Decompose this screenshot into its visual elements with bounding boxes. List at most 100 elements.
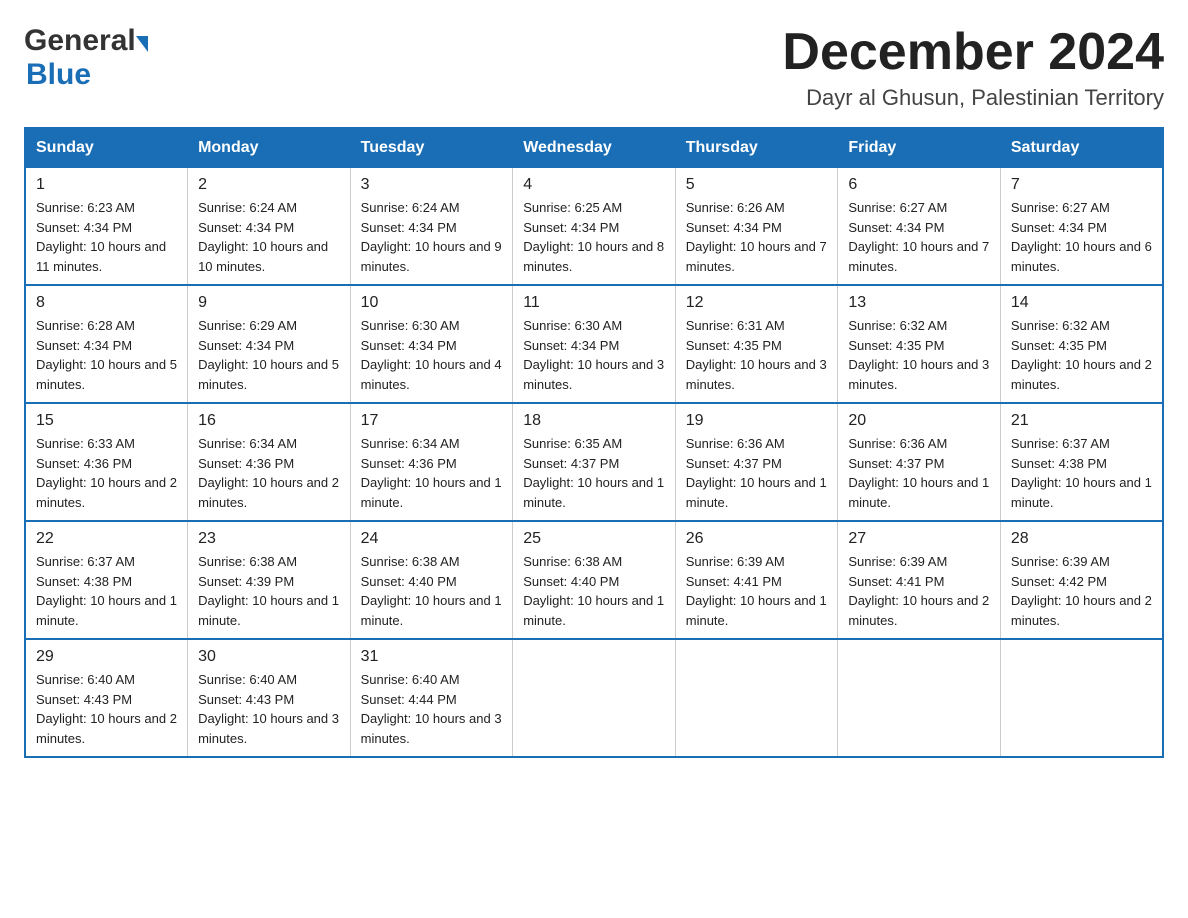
calendar-cell: 27 Sunrise: 6:39 AMSunset: 4:41 PMDaylig… bbox=[838, 521, 1001, 639]
day-number: 19 bbox=[686, 412, 828, 430]
location-subtitle: Dayr al Ghusun, Palestinian Territory bbox=[782, 85, 1164, 111]
day-info: Sunrise: 6:27 AMSunset: 4:34 PMDaylight:… bbox=[1011, 198, 1152, 276]
day-info: Sunrise: 6:24 AMSunset: 4:34 PMDaylight:… bbox=[198, 198, 340, 276]
calendar-cell: 6 Sunrise: 6:27 AMSunset: 4:34 PMDayligh… bbox=[838, 168, 1001, 286]
logo-triangle-icon bbox=[136, 36, 148, 52]
calendar-cell bbox=[838, 639, 1001, 757]
day-number: 22 bbox=[36, 530, 177, 548]
day-number: 4 bbox=[523, 176, 665, 194]
calendar-cell bbox=[513, 639, 676, 757]
day-number: 14 bbox=[1011, 294, 1152, 312]
calendar-cell: 22 Sunrise: 6:37 AMSunset: 4:38 PMDaylig… bbox=[25, 521, 188, 639]
day-number: 13 bbox=[848, 294, 990, 312]
day-header-tuesday: Tuesday bbox=[350, 128, 513, 168]
day-info: Sunrise: 6:32 AMSunset: 4:35 PMDaylight:… bbox=[1011, 316, 1152, 394]
day-number: 5 bbox=[686, 176, 828, 194]
day-info: Sunrise: 6:26 AMSunset: 4:34 PMDaylight:… bbox=[686, 198, 828, 276]
day-number: 20 bbox=[848, 412, 990, 430]
day-number: 16 bbox=[198, 412, 340, 430]
day-number: 1 bbox=[36, 176, 177, 194]
day-info: Sunrise: 6:38 AMSunset: 4:40 PMDaylight:… bbox=[361, 552, 503, 630]
day-number: 27 bbox=[848, 530, 990, 548]
day-info: Sunrise: 6:36 AMSunset: 4:37 PMDaylight:… bbox=[686, 434, 828, 512]
day-number: 29 bbox=[36, 648, 177, 666]
calendar-cell: 8 Sunrise: 6:28 AMSunset: 4:34 PMDayligh… bbox=[25, 285, 188, 403]
day-info: Sunrise: 6:33 AMSunset: 4:36 PMDaylight:… bbox=[36, 434, 177, 512]
day-number: 12 bbox=[686, 294, 828, 312]
day-info: Sunrise: 6:25 AMSunset: 4:34 PMDaylight:… bbox=[523, 198, 665, 276]
day-number: 3 bbox=[361, 176, 503, 194]
day-header-sunday: Sunday bbox=[25, 128, 188, 168]
day-info: Sunrise: 6:40 AMSunset: 4:44 PMDaylight:… bbox=[361, 670, 503, 748]
day-info: Sunrise: 6:35 AMSunset: 4:37 PMDaylight:… bbox=[523, 434, 665, 512]
day-info: Sunrise: 6:28 AMSunset: 4:34 PMDaylight:… bbox=[36, 316, 177, 394]
logo-general-text: General bbox=[24, 24, 136, 58]
logo-blue-text: Blue bbox=[26, 58, 91, 91]
calendar-cell: 21 Sunrise: 6:37 AMSunset: 4:38 PMDaylig… bbox=[1000, 403, 1163, 521]
day-header-friday: Friday bbox=[838, 128, 1001, 168]
calendar-header-row: SundayMondayTuesdayWednesdayThursdayFrid… bbox=[25, 128, 1163, 168]
day-info: Sunrise: 6:23 AMSunset: 4:34 PMDaylight:… bbox=[36, 198, 177, 276]
calendar-cell: 12 Sunrise: 6:31 AMSunset: 4:35 PMDaylig… bbox=[675, 285, 838, 403]
day-info: Sunrise: 6:40 AMSunset: 4:43 PMDaylight:… bbox=[36, 670, 177, 748]
calendar-cell: 30 Sunrise: 6:40 AMSunset: 4:43 PMDaylig… bbox=[188, 639, 351, 757]
calendar-cell: 4 Sunrise: 6:25 AMSunset: 4:34 PMDayligh… bbox=[513, 168, 676, 286]
calendar-cell: 23 Sunrise: 6:38 AMSunset: 4:39 PMDaylig… bbox=[188, 521, 351, 639]
calendar-cell: 11 Sunrise: 6:30 AMSunset: 4:34 PMDaylig… bbox=[513, 285, 676, 403]
day-number: 8 bbox=[36, 294, 177, 312]
day-info: Sunrise: 6:38 AMSunset: 4:39 PMDaylight:… bbox=[198, 552, 340, 630]
day-number: 26 bbox=[686, 530, 828, 548]
day-number: 21 bbox=[1011, 412, 1152, 430]
calendar-cell: 1 Sunrise: 6:23 AMSunset: 4:34 PMDayligh… bbox=[25, 168, 188, 286]
calendar-cell: 26 Sunrise: 6:39 AMSunset: 4:41 PMDaylig… bbox=[675, 521, 838, 639]
day-number: 31 bbox=[361, 648, 503, 666]
day-number: 11 bbox=[523, 294, 665, 312]
day-header-monday: Monday bbox=[188, 128, 351, 168]
calendar-week-5: 29 Sunrise: 6:40 AMSunset: 4:43 PMDaylig… bbox=[25, 639, 1163, 757]
day-number: 15 bbox=[36, 412, 177, 430]
calendar-cell: 7 Sunrise: 6:27 AMSunset: 4:34 PMDayligh… bbox=[1000, 168, 1163, 286]
day-number: 10 bbox=[361, 294, 503, 312]
calendar-cell: 3 Sunrise: 6:24 AMSunset: 4:34 PMDayligh… bbox=[350, 168, 513, 286]
calendar-week-3: 15 Sunrise: 6:33 AMSunset: 4:36 PMDaylig… bbox=[25, 403, 1163, 521]
day-number: 30 bbox=[198, 648, 340, 666]
day-number: 28 bbox=[1011, 530, 1152, 548]
calendar-cell bbox=[1000, 639, 1163, 757]
day-info: Sunrise: 6:24 AMSunset: 4:34 PMDaylight:… bbox=[361, 198, 503, 276]
day-number: 9 bbox=[198, 294, 340, 312]
day-info: Sunrise: 6:37 AMSunset: 4:38 PMDaylight:… bbox=[1011, 434, 1152, 512]
day-info: Sunrise: 6:30 AMSunset: 4:34 PMDaylight:… bbox=[361, 316, 503, 394]
day-info: Sunrise: 6:31 AMSunset: 4:35 PMDaylight:… bbox=[686, 316, 828, 394]
day-info: Sunrise: 6:34 AMSunset: 4:36 PMDaylight:… bbox=[198, 434, 340, 512]
calendar-cell: 13 Sunrise: 6:32 AMSunset: 4:35 PMDaylig… bbox=[838, 285, 1001, 403]
day-info: Sunrise: 6:39 AMSunset: 4:42 PMDaylight:… bbox=[1011, 552, 1152, 630]
calendar-cell: 19 Sunrise: 6:36 AMSunset: 4:37 PMDaylig… bbox=[675, 403, 838, 521]
calendar-cell: 25 Sunrise: 6:38 AMSunset: 4:40 PMDaylig… bbox=[513, 521, 676, 639]
page-header: General Blue December 2024 Dayr al Ghusu… bbox=[24, 24, 1164, 111]
calendar-cell: 24 Sunrise: 6:38 AMSunset: 4:40 PMDaylig… bbox=[350, 521, 513, 639]
calendar-week-2: 8 Sunrise: 6:28 AMSunset: 4:34 PMDayligh… bbox=[25, 285, 1163, 403]
logo: General Blue bbox=[24, 24, 148, 92]
calendar-cell: 14 Sunrise: 6:32 AMSunset: 4:35 PMDaylig… bbox=[1000, 285, 1163, 403]
day-info: Sunrise: 6:39 AMSunset: 4:41 PMDaylight:… bbox=[848, 552, 990, 630]
month-title: December 2024 bbox=[782, 24, 1164, 81]
day-number: 6 bbox=[848, 176, 990, 194]
calendar-cell: 9 Sunrise: 6:29 AMSunset: 4:34 PMDayligh… bbox=[188, 285, 351, 403]
day-number: 25 bbox=[523, 530, 665, 548]
day-info: Sunrise: 6:36 AMSunset: 4:37 PMDaylight:… bbox=[848, 434, 990, 512]
day-header-thursday: Thursday bbox=[675, 128, 838, 168]
calendar-cell: 5 Sunrise: 6:26 AMSunset: 4:34 PMDayligh… bbox=[675, 168, 838, 286]
day-header-saturday: Saturday bbox=[1000, 128, 1163, 168]
day-number: 17 bbox=[361, 412, 503, 430]
calendar-cell bbox=[675, 639, 838, 757]
day-info: Sunrise: 6:30 AMSunset: 4:34 PMDaylight:… bbox=[523, 316, 665, 394]
calendar-cell: 15 Sunrise: 6:33 AMSunset: 4:36 PMDaylig… bbox=[25, 403, 188, 521]
day-number: 2 bbox=[198, 176, 340, 194]
day-header-wednesday: Wednesday bbox=[513, 128, 676, 168]
calendar-week-1: 1 Sunrise: 6:23 AMSunset: 4:34 PMDayligh… bbox=[25, 168, 1163, 286]
day-info: Sunrise: 6:38 AMSunset: 4:40 PMDaylight:… bbox=[523, 552, 665, 630]
calendar-cell: 2 Sunrise: 6:24 AMSunset: 4:34 PMDayligh… bbox=[188, 168, 351, 286]
calendar-cell: 31 Sunrise: 6:40 AMSunset: 4:44 PMDaylig… bbox=[350, 639, 513, 757]
day-number: 24 bbox=[361, 530, 503, 548]
title-section: December 2024 Dayr al Ghusun, Palestinia… bbox=[782, 24, 1164, 111]
